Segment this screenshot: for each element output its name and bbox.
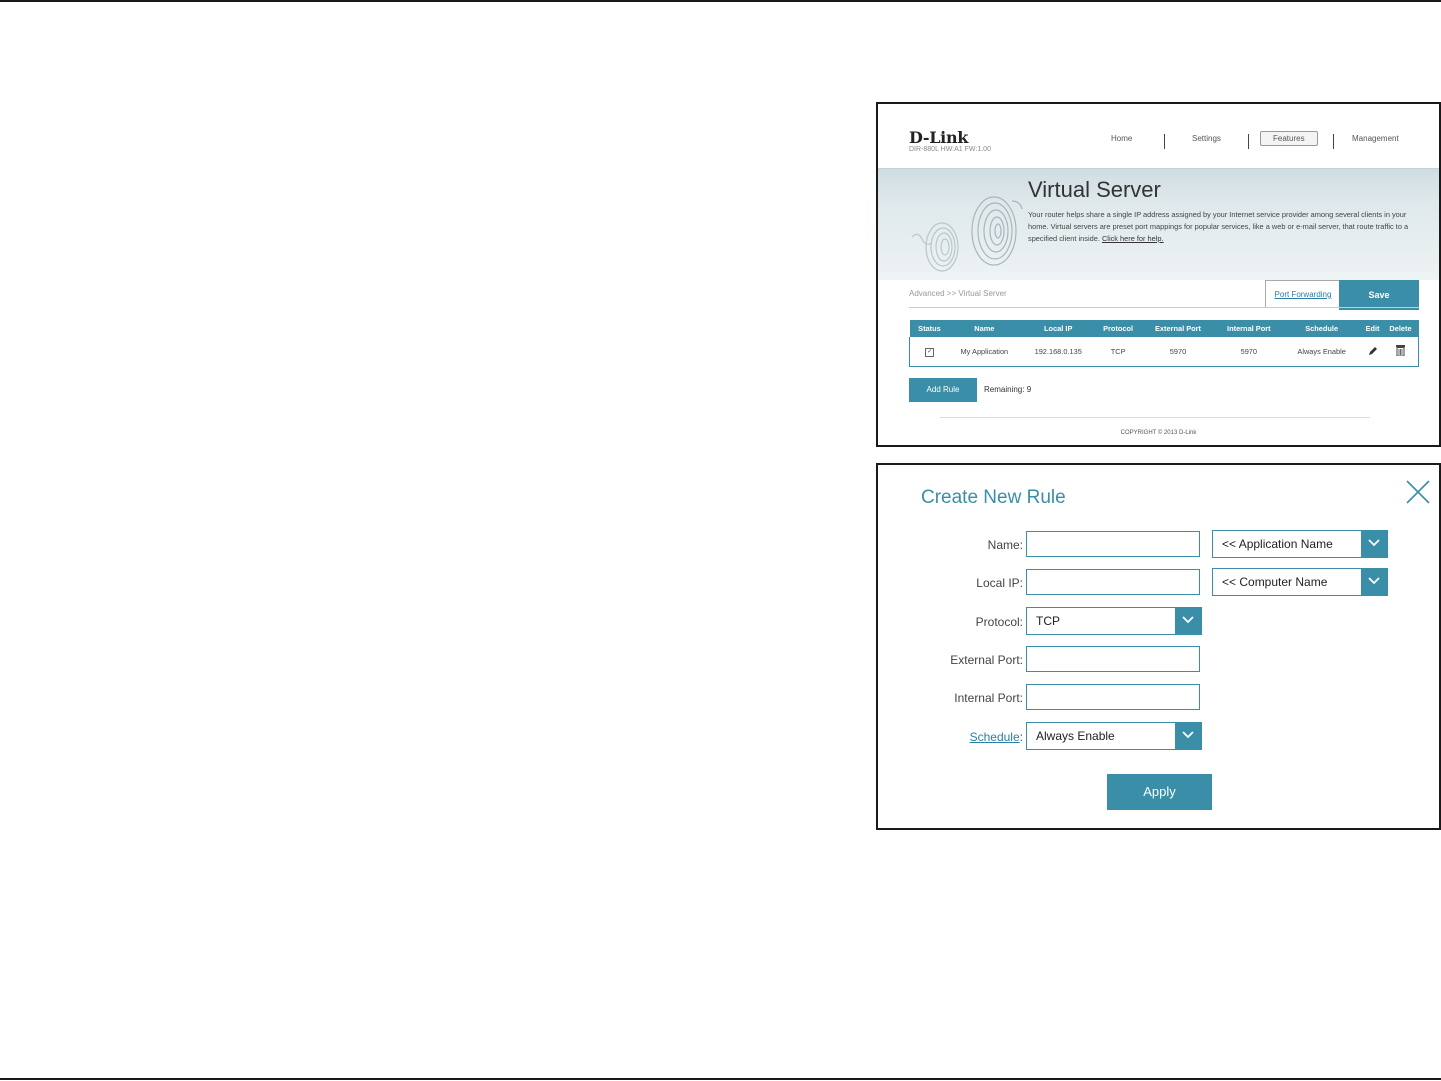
- table-header-row: Status Name Local IP Protocol External P…: [909, 320, 1419, 337]
- breadcrumb: Advanced >> Virtual Server: [909, 289, 1007, 298]
- col-external-port: External Port: [1139, 320, 1217, 337]
- name-cell: My Application: [949, 337, 1020, 367]
- computer-name-select[interactable]: << Computer Name: [1212, 568, 1388, 596]
- apply-button[interactable]: Apply: [1107, 774, 1212, 810]
- page-title: Virtual Server: [1028, 177, 1161, 202]
- chevron-down-icon[interactable]: [1175, 608, 1201, 634]
- schedule-value: Always Enable: [1036, 729, 1115, 743]
- schedule-link[interactable]: Schedule: [970, 730, 1020, 744]
- virtual-server-screenshot: D-Link DIR-880L HW:A1 FW:1.00 Home Setti…: [876, 102, 1441, 447]
- help-link[interactable]: Click here for help.: [1102, 234, 1164, 243]
- computer-name-value: << Computer Name: [1222, 575, 1328, 589]
- schedule-cell: Always Enable: [1280, 337, 1363, 367]
- delete-cell[interactable]: [1382, 337, 1419, 367]
- pencil-icon[interactable]: [1368, 346, 1378, 356]
- status-checkbox[interactable]: ✓: [925, 348, 935, 357]
- spiral-large-icon: [971, 196, 1023, 266]
- external-port-label: External Port:: [950, 653, 1023, 667]
- protocol-value: TCP: [1036, 614, 1060, 628]
- footer-divider: [940, 417, 1370, 418]
- nav-separator: [1248, 134, 1249, 149]
- local-ip-input[interactable]: [1026, 569, 1200, 595]
- save-button[interactable]: Save: [1339, 280, 1419, 310]
- page-top-rule: [0, 0, 1441, 2]
- table-row: ✓ My Application 192.168.0.135 TCP 5970 …: [909, 337, 1419, 367]
- nav-separator: [1164, 134, 1165, 149]
- internal-port-label: Internal Port:: [954, 691, 1023, 705]
- model-info: DIR-880L HW:A1 FW:1.00: [909, 146, 991, 153]
- application-name-value: << Application Name: [1222, 537, 1333, 551]
- nav-settings[interactable]: Settings: [1192, 134, 1221, 143]
- protocol-label: Protocol:: [975, 615, 1023, 629]
- remaining-count: Remaining: 9: [984, 385, 1032, 394]
- col-local-ip: Local IP: [1019, 320, 1098, 337]
- application-name-select[interactable]: << Application Name: [1212, 530, 1388, 558]
- trash-icon[interactable]: [1395, 345, 1405, 357]
- name-input[interactable]: [1026, 531, 1200, 557]
- protocol-select[interactable]: TCP: [1026, 607, 1202, 635]
- dialog-title: Create New Rule: [921, 487, 1066, 508]
- schedule-label: Schedule:: [970, 730, 1023, 744]
- status-cell[interactable]: ✓: [909, 337, 950, 367]
- internal-port-input[interactable]: [1026, 684, 1200, 710]
- external-port-input[interactable]: [1026, 646, 1200, 672]
- close-icon[interactable]: [1404, 478, 1432, 506]
- nav-features[interactable]: Features: [1260, 131, 1318, 146]
- col-status: Status: [909, 320, 950, 337]
- chevron-down-icon[interactable]: [1361, 531, 1387, 557]
- divider: [909, 307, 1419, 308]
- internal-port-cell: 5970: [1216, 337, 1281, 367]
- page-bottom-rule: [0, 1078, 1441, 1080]
- schedule-select[interactable]: Always Enable: [1026, 722, 1202, 750]
- nav-management[interactable]: Management: [1352, 134, 1399, 143]
- edit-cell[interactable]: [1362, 337, 1383, 367]
- spiral-small-icon: [911, 222, 959, 272]
- description-text: Your router helps share a single IP addr…: [1028, 210, 1409, 243]
- local-ip-label: Local IP:: [976, 576, 1023, 590]
- col-name: Name: [949, 320, 1020, 337]
- schedule-colon: :: [1019, 730, 1023, 744]
- port-forwarding-link[interactable]: Port Forwarding: [1265, 280, 1341, 307]
- add-rule-button[interactable]: Add Rule: [909, 378, 977, 402]
- col-schedule: Schedule: [1280, 320, 1363, 337]
- col-edit: Edit: [1362, 320, 1383, 337]
- col-delete: Delete: [1382, 320, 1419, 337]
- col-protocol: Protocol: [1097, 320, 1140, 337]
- page-description: Your router helps share a single IP addr…: [1028, 209, 1410, 245]
- nav-home[interactable]: Home: [1111, 134, 1132, 143]
- local-ip-cell: 192.168.0.135: [1019, 337, 1098, 367]
- external-port-cell: 5970: [1139, 337, 1217, 367]
- chevron-down-icon[interactable]: [1175, 723, 1201, 749]
- chevron-down-icon[interactable]: [1361, 569, 1387, 595]
- protocol-cell: TCP: [1097, 337, 1140, 367]
- create-rule-dialog: Create New Rule Name: << Application Nam…: [876, 463, 1441, 830]
- name-label: Name:: [987, 538, 1023, 552]
- col-internal-port: Internal Port: [1216, 320, 1281, 337]
- nav-separator: [1333, 134, 1334, 149]
- rules-table: Status Name Local IP Protocol External P…: [909, 320, 1419, 367]
- copyright: COPYRIGHT © 2013 D-Link: [1120, 430, 1197, 436]
- dlink-logo: D-Link: [909, 128, 969, 147]
- router-header: D-Link DIR-880L HW:A1 FW:1.00 Home Setti…: [878, 104, 1439, 168]
